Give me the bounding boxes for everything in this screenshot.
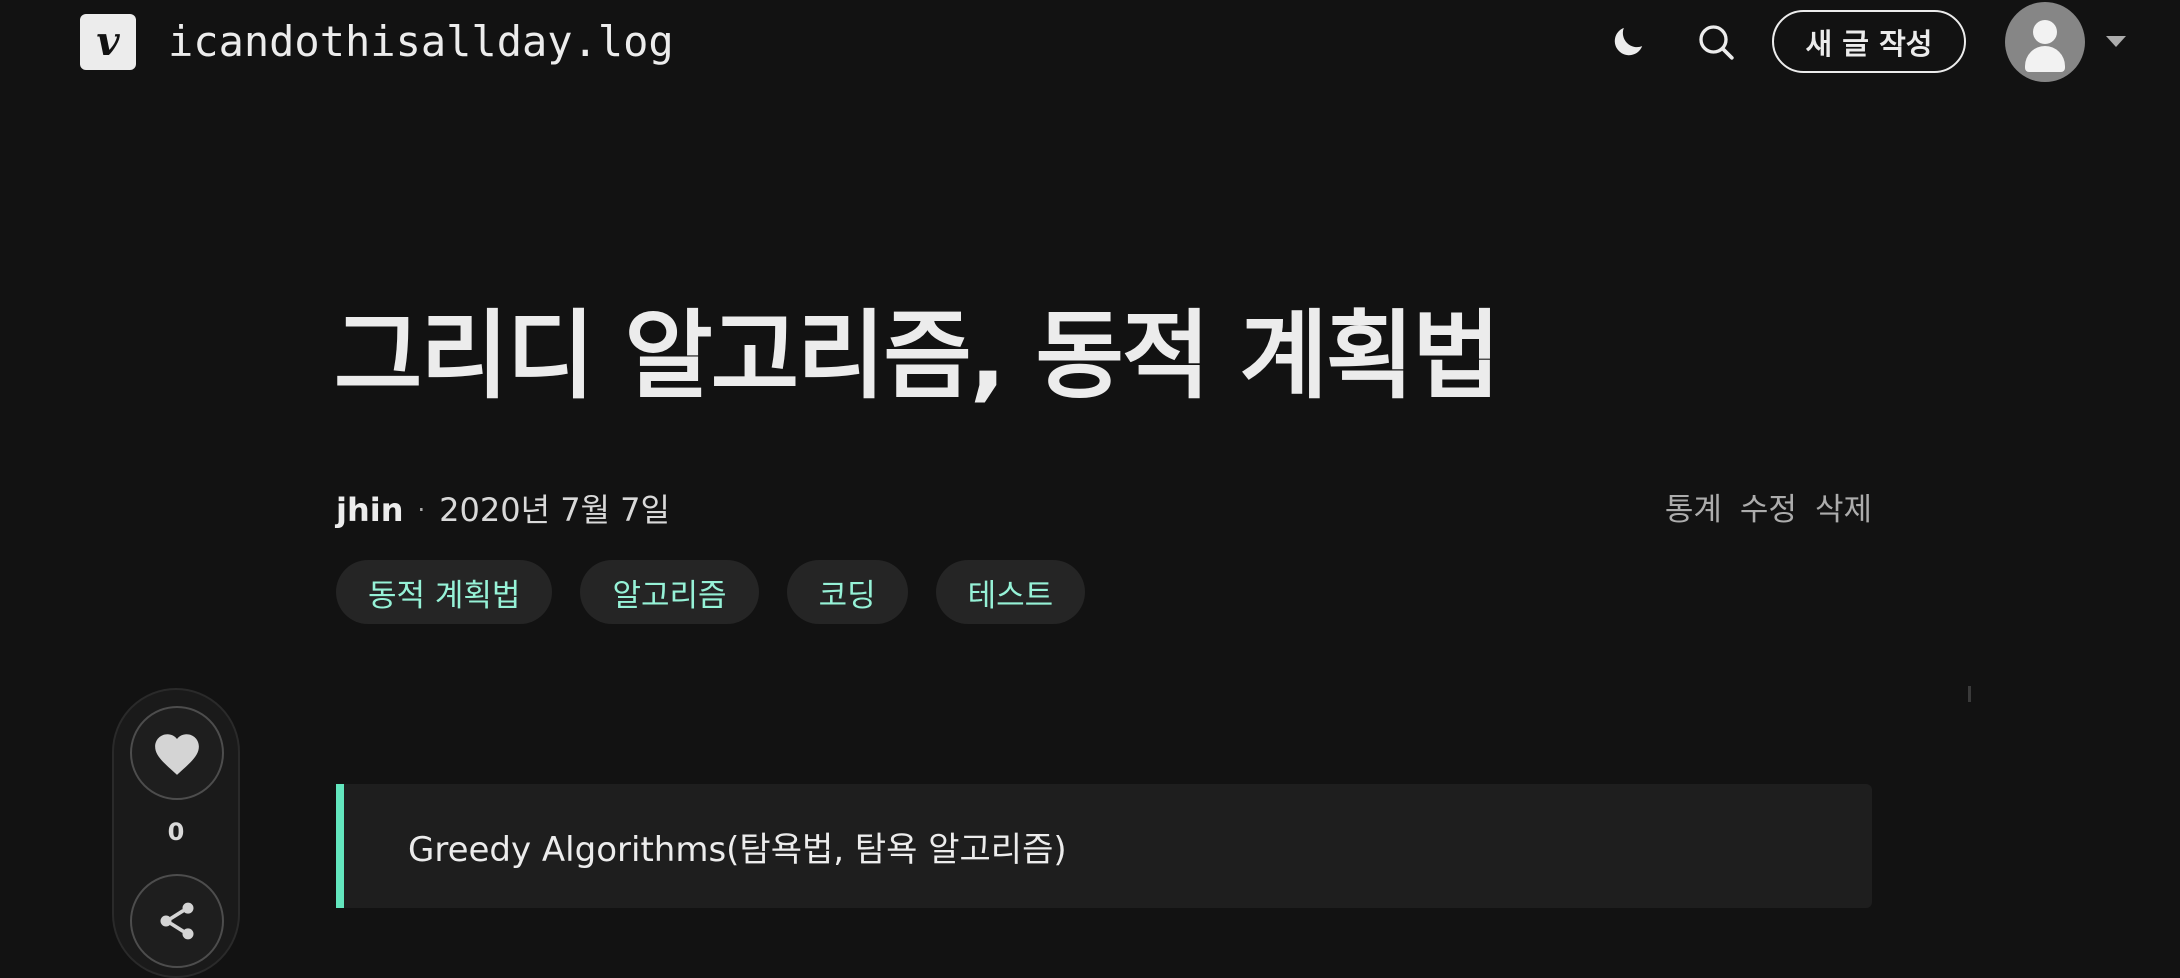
user-icon[interactable] <box>2005 2 2085 82</box>
post-meta: jhin · 2020년 7월 7일 <box>336 486 670 534</box>
share-button[interactable] <box>130 874 224 968</box>
blockquote: Greedy Algorithms(탐욕법, 탐욕 알고리즘) <box>336 784 1872 908</box>
post-date: 2020년 7월 7일 <box>439 491 670 529</box>
moon-icon[interactable] <box>1602 16 1654 68</box>
avatar-body <box>2025 46 2065 72</box>
top-header: v icandothisallday.log 새 글 작성 <box>0 0 2180 84</box>
tag-chip[interactable]: 동적 계획법 <box>336 560 553 624</box>
share-icon <box>160 902 194 940</box>
meta-separator: · <box>417 496 426 524</box>
blog-title-link[interactable]: icandothisallday.log <box>168 16 674 68</box>
stats-button[interactable]: 통계 <box>1665 486 1722 534</box>
velog-logo[interactable]: v <box>80 14 136 70</box>
search-icon[interactable] <box>1690 16 1742 68</box>
blockquote-text: Greedy Algorithms(탐욕법, 탐욕 알고리즘) <box>408 829 1067 870</box>
post-action-bar: 0 <box>112 688 240 978</box>
heart-icon <box>155 734 199 775</box>
tag-chip[interactable]: 코딩 <box>786 560 908 624</box>
toc-indicator <box>1968 686 1971 702</box>
avatar-head <box>2033 20 2057 44</box>
delete-button[interactable]: 삭제 <box>1815 486 1872 534</box>
tag-chip[interactable]: 테스트 <box>935 560 1086 624</box>
edit-button[interactable]: 수정 <box>1740 486 1797 534</box>
tag-chip[interactable]: 알고리즘 <box>580 560 759 624</box>
tag-list: 동적 계획법 알고리즘 코딩 테스트 <box>336 560 1086 624</box>
post-title: 그리디 알고리즘, 동적 계획법 <box>334 300 1501 412</box>
like-button[interactable] <box>130 706 224 800</box>
like-count: 0 <box>167 818 185 846</box>
author-link[interactable]: jhin <box>336 486 404 534</box>
owner-actions: 통계 수정 삭제 <box>1665 486 1872 534</box>
new-post-button[interactable]: 새 글 작성 <box>1772 10 1966 73</box>
caret-down-icon[interactable] <box>2106 36 2126 47</box>
